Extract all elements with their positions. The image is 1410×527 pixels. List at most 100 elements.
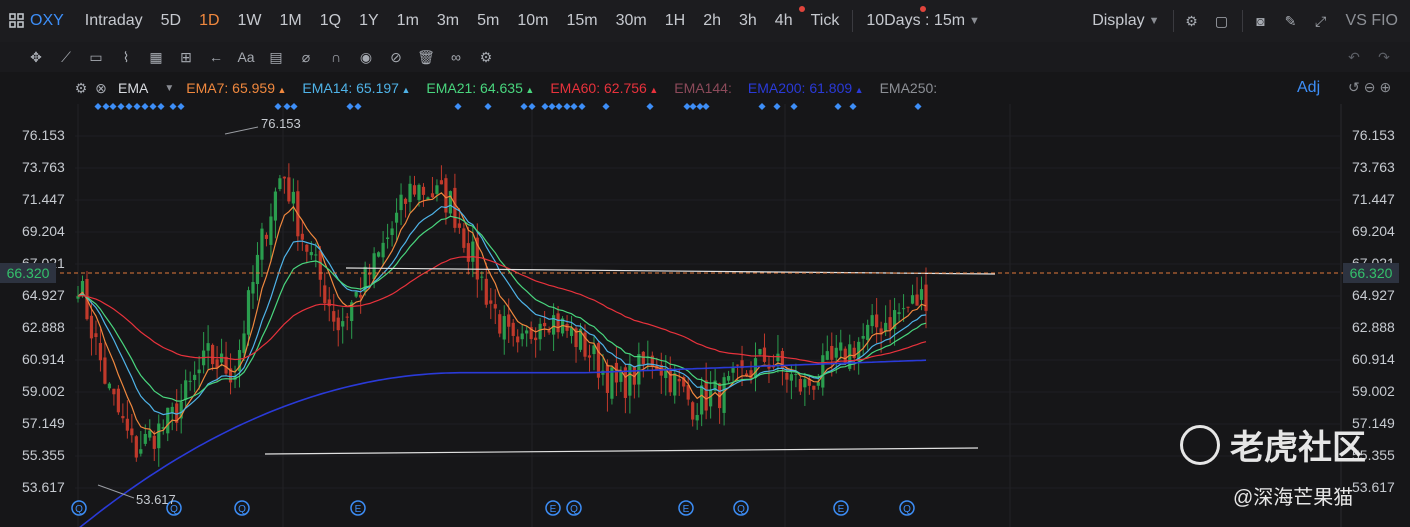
ema-legend: EMA7: 65.959 ▲ EMA14: 65.197 ▲ EMA21: 64.6… (186, 80, 953, 96)
candle-body (399, 194, 403, 211)
candle-body (906, 306, 910, 308)
candle-body (381, 242, 385, 258)
candle-body (758, 349, 762, 355)
reset-icon[interactable]: ↺ (1348, 79, 1360, 96)
candle-body (269, 216, 273, 245)
candle-body (403, 198, 408, 204)
ema-legend-item[interactable]: EMA60: 62.756 ▲ (550, 80, 658, 96)
candle-body (273, 191, 278, 221)
candle-body (677, 378, 681, 382)
candle-body (884, 322, 888, 332)
event-marker-label: Q (75, 504, 83, 515)
watermark: 老虎社区 (1180, 420, 1366, 469)
signal-marker (177, 102, 185, 111)
support-line (264, 447, 979, 455)
candle-body (372, 253, 376, 280)
candle-body (480, 276, 484, 278)
signal-marker (109, 102, 117, 111)
candle-body (278, 178, 282, 190)
candle-body (282, 176, 286, 179)
trend-up-icon: ▲ (852, 85, 864, 95)
ema-legend-item[interactable]: EMA14: 65.197 ▲ (302, 80, 410, 96)
candle-body (812, 385, 816, 390)
zoom-in-icon[interactable]: ⊕ (1379, 79, 1391, 96)
candle-body (587, 355, 592, 358)
event-marker-label: E (355, 504, 362, 515)
ema-legend-item[interactable]: EMA7: 65.959 ▲ (186, 80, 286, 96)
candle-body (412, 185, 417, 195)
candle-body (668, 368, 672, 393)
candle-body (861, 336, 865, 339)
candle-body (314, 254, 318, 256)
candle-body (206, 343, 210, 351)
zoom-out-icon[interactable]: ⊖ (1364, 79, 1376, 96)
candle-body (556, 313, 560, 333)
ema-label: EMA14: (302, 80, 353, 96)
candle-body (888, 317, 892, 330)
price-tick-label: 59.002 (1352, 383, 1395, 399)
price-tick-label: 64.927 (1352, 287, 1395, 303)
price-tick-label: 73.763 (22, 159, 65, 175)
candle-body (170, 406, 174, 413)
adj-button[interactable]: Adj (1297, 79, 1320, 97)
candle-body (430, 193, 435, 198)
signal-marker (149, 102, 157, 111)
candle-body (735, 364, 740, 366)
candle-body (157, 423, 161, 449)
candle-body (98, 342, 103, 361)
candle-body (901, 308, 906, 310)
candle-body (700, 385, 704, 415)
candle-body (260, 228, 264, 260)
event-marker-label: E (683, 504, 690, 515)
candle-body (520, 333, 524, 340)
candle-body (291, 191, 295, 204)
candle-body (516, 336, 520, 343)
price-tick-label: 71.447 (1352, 191, 1395, 207)
signal-marker (484, 102, 492, 111)
candle-body (148, 430, 152, 438)
close-icon[interactable]: ⊗ (92, 76, 110, 100)
candle-body (448, 191, 453, 214)
candle-body (188, 380, 192, 382)
candle-body (125, 418, 129, 431)
candle-body (152, 435, 156, 449)
ema-line (77, 192, 927, 435)
signal-marker (541, 102, 549, 111)
indicator-name[interactable]: EMA (118, 80, 148, 96)
trend-up-icon: ▲ (398, 85, 411, 95)
signal-marker (646, 102, 654, 111)
signal-marker (346, 102, 354, 111)
price-tick-label: 59.002 (22, 383, 65, 399)
signal-marker (528, 102, 536, 111)
ema-legend-item[interactable]: EMA144: (674, 80, 732, 96)
candle-body (821, 355, 825, 388)
ema-label: EMA21: (426, 80, 477, 96)
candle-body (605, 364, 610, 393)
candle-body (130, 428, 134, 436)
signal-marker (548, 102, 556, 111)
signal-marker (914, 102, 922, 111)
signal-marker (563, 102, 571, 111)
candle-body (103, 357, 107, 384)
candle-body (484, 278, 488, 305)
high-label: 76.153 (261, 116, 301, 131)
candle-body (246, 290, 251, 335)
candle-body (839, 342, 843, 351)
signal-marker (283, 102, 291, 111)
candle-body (466, 243, 470, 262)
signal-marker (555, 102, 563, 111)
candle-body (897, 312, 901, 315)
ema-value: 62.756 (600, 80, 647, 96)
candle-body (709, 389, 713, 407)
candle-body (112, 388, 116, 395)
ema-legend-item[interactable]: EMA200: 61.809 ▲ (748, 80, 864, 96)
candle-body (462, 228, 466, 248)
chevron-down-icon[interactable]: ▼ (164, 83, 174, 94)
ema-value: 65.959 (228, 80, 275, 96)
ema-legend-item[interactable]: EMA21: 64.635 ▲ (426, 80, 534, 96)
ema-legend-item[interactable]: EMA250: (880, 80, 938, 96)
candle-body (143, 433, 147, 444)
candle-body (538, 323, 542, 340)
gear-icon[interactable]: ⚙ (72, 76, 90, 100)
candle-body (614, 362, 619, 383)
